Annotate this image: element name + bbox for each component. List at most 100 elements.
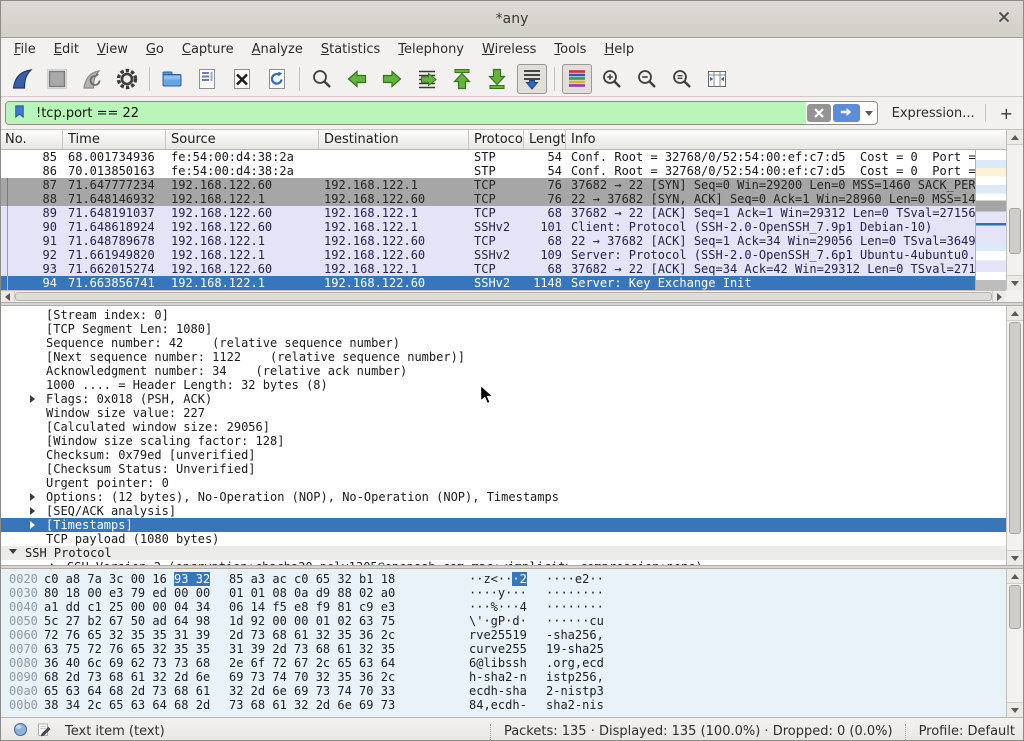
scroll-down-arrow-icon[interactable] xyxy=(1007,550,1023,565)
detail-line[interactable]: [Stream index: 0] xyxy=(1,308,1006,322)
detail-line[interactable]: [SEQ/ACK analysis] xyxy=(1,504,1006,518)
packet-row[interactable]: 8670.013850163fe:54:00:d4:38:2aSTP54Conf… xyxy=(1,164,975,178)
capture-comment-button[interactable] xyxy=(33,721,55,741)
scroll-up-arrow-icon[interactable] xyxy=(1007,130,1023,145)
packet-row[interactable]: 9471.663856741192.168.122.1192.168.122.6… xyxy=(1,276,975,290)
expression-button[interactable]: Expression... xyxy=(892,106,975,121)
scroll-up-arrow-icon[interactable] xyxy=(1007,306,1023,321)
filter-apply-button[interactable] xyxy=(833,104,860,122)
packet-row[interactable]: 9271.661949820192.168.122.1192.168.122.6… xyxy=(1,248,975,262)
packet-list-hscrollbar[interactable] xyxy=(1,290,1006,302)
detail-line[interactable]: SSH Protocol xyxy=(1,546,1006,560)
menu-edit[interactable]: Edit xyxy=(45,39,88,60)
filter-history-dropdown[interactable] xyxy=(861,102,877,124)
add-filter-button[interactable]: + xyxy=(996,104,1017,123)
menu-help[interactable]: Help xyxy=(595,39,643,60)
restart-capture-button[interactable] xyxy=(77,64,107,94)
zoom-original-button[interactable] xyxy=(667,64,697,94)
menu-view[interactable]: View xyxy=(88,39,137,60)
hex-row[interactable]: 008036 40 6c 69 62 73 73 682e 6f 72 67 2… xyxy=(1,656,1006,670)
reload-file-button[interactable] xyxy=(262,64,292,94)
open-file-button[interactable] xyxy=(157,64,187,94)
scroll-down-arrow-icon[interactable] xyxy=(1007,702,1023,717)
detail-line[interactable]: Sequence number: 42 (relative sequence n… xyxy=(1,336,1006,350)
hex-row[interactable]: 006072 76 65 32 35 35 31 392d 73 68 61 3… xyxy=(1,628,1006,642)
display-filter-input[interactable] xyxy=(32,102,806,124)
bytes-vscroll-thumb[interactable] xyxy=(1009,585,1021,629)
column-header-destination[interactable]: Destination xyxy=(319,130,469,149)
hex-row[interactable]: 007063 75 72 76 65 32 35 3531 39 2d 73 6… xyxy=(1,642,1006,656)
column-header-length[interactable]: Length xyxy=(524,130,566,149)
collapsed-triangle-icon[interactable] xyxy=(51,563,56,565)
details-vscroll-thumb[interactable] xyxy=(1009,322,1021,534)
detail-line[interactable]: Acknowledgment number: 34 (relative ack … xyxy=(1,364,1006,378)
go-bottom-button[interactable] xyxy=(482,64,512,94)
menu-analyze[interactable]: Analyze xyxy=(243,39,312,60)
expert-info-button[interactable] xyxy=(9,721,31,741)
detail-line[interactable]: [Window size scaling factor: 128] xyxy=(1,434,1006,448)
close-file-button[interactable] xyxy=(227,64,257,94)
collapsed-triangle-icon[interactable] xyxy=(30,507,35,515)
packet-list-hscroll-thumb[interactable] xyxy=(15,292,992,301)
detail-line[interactable]: Urgent pointer: 0 xyxy=(1,476,1006,490)
packet-row[interactable]: 8971.648191037192.168.122.60192.168.122.… xyxy=(1,206,975,220)
save-file-button[interactable] xyxy=(192,64,222,94)
column-header-protocol[interactable]: Protocol xyxy=(469,130,524,149)
detail-line[interactable]: Flags: 0x018 (PSH, ACK) xyxy=(1,392,1006,406)
detail-line[interactable]: SSH Version 2 (encryption:chacha20-poly1… xyxy=(1,560,1006,565)
go-forward-button[interactable] xyxy=(377,64,407,94)
menu-telephony[interactable]: Telephony xyxy=(389,39,473,60)
start-capture-button[interactable] xyxy=(7,64,37,94)
colorize-button[interactable] xyxy=(562,64,592,94)
menu-go[interactable]: Go xyxy=(137,39,173,60)
zoom-in-button[interactable] xyxy=(597,64,627,94)
menu-file[interactable]: File xyxy=(5,39,45,60)
bytes-vscrollbar[interactable] xyxy=(1006,569,1023,717)
collapsed-triangle-icon[interactable] xyxy=(30,395,35,403)
collapsed-triangle-icon[interactable] xyxy=(30,493,35,501)
capture-options-button[interactable] xyxy=(112,64,142,94)
packet-row[interactable]: 8771.647777234192.168.122.60192.168.122.… xyxy=(1,178,975,192)
detail-line[interactable]: Options: (12 bytes), No-Operation (NOP),… xyxy=(1,490,1006,504)
hex-row[interactable]: 0020c0 a8 7a 3c 00 16 93 3285 a3 ac c0 6… xyxy=(1,572,1006,586)
hex-row[interactable]: 003080 18 00 e3 79 ed 00 0001 01 08 0a d… xyxy=(1,586,1006,600)
detail-line[interactable]: [Next sequence number: 1122 (relative se… xyxy=(1,350,1006,364)
detail-line[interactable]: [Checksum Status: Unverified] xyxy=(1,462,1006,476)
packet-row[interactable]: 9171.648789678192.168.122.1192.168.122.6… xyxy=(1,234,975,248)
packet-row[interactable]: 9371.662015274192.168.122.60192.168.122.… xyxy=(1,262,975,276)
resize-columns-button[interactable] xyxy=(702,64,732,94)
packet-row[interactable]: 8871.648146932192.168.122.1192.168.122.6… xyxy=(1,192,975,206)
menu-statistics[interactable]: Statistics xyxy=(312,39,389,60)
column-header-source[interactable]: Source xyxy=(166,130,319,149)
go-to-packet-button[interactable] xyxy=(412,64,442,94)
detail-line[interactable]: TCP payload (1080 bytes) xyxy=(1,532,1006,546)
profile-status[interactable]: Profile: Default xyxy=(919,724,1023,739)
detail-line[interactable]: Window size value: 227 xyxy=(1,406,1006,420)
details-vscrollbar[interactable] xyxy=(1006,306,1023,565)
zoom-out-button[interactable] xyxy=(632,64,662,94)
find-packet-button[interactable] xyxy=(307,64,337,94)
hex-row[interactable]: 009068 2d 73 68 61 32 2d 6e69 73 74 70 3… xyxy=(1,670,1006,684)
detail-line[interactable]: [TCP Segment Len: 1080] xyxy=(1,322,1006,336)
go-top-button[interactable] xyxy=(447,64,477,94)
close-window-button[interactable] xyxy=(995,10,1013,28)
menu-tools[interactable]: Tools xyxy=(545,39,595,60)
hex-row[interactable]: 00505c 27 b2 67 50 ad 64 981d 92 00 00 0… xyxy=(1,614,1006,628)
hex-row[interactable]: 00b038 34 2c 65 63 64 68 2d73 68 61 32 2… xyxy=(1,698,1006,712)
expanded-triangle-icon[interactable] xyxy=(9,549,17,554)
column-header-info[interactable]: Info xyxy=(566,130,1006,149)
scroll-up-arrow-icon[interactable] xyxy=(1007,569,1023,584)
packet-list-vscroll-thumb[interactable] xyxy=(1009,208,1021,254)
detail-line[interactable]: [Calculated window size: 29056] xyxy=(1,420,1006,434)
hex-row[interactable]: 00a065 63 64 68 2d 73 68 6132 2d 6e 69 7… xyxy=(1,684,1006,698)
menu-capture[interactable]: Capture xyxy=(173,39,243,60)
filter-bookmark-button[interactable] xyxy=(6,102,32,124)
detail-line[interactable]: 1000 .... = Header Length: 32 bytes (8) xyxy=(1,378,1006,392)
detail-line[interactable]: Checksum: 0x79ed [unverified] xyxy=(1,448,1006,462)
scroll-right-arrow-icon[interactable] xyxy=(992,291,1006,302)
collapsed-triangle-icon[interactable] xyxy=(30,521,35,529)
packet-row[interactable]: 8568.001734936fe:54:00:d4:38:2aSTP54Conf… xyxy=(1,150,975,164)
packet-list-minimap[interactable] xyxy=(975,150,1006,290)
detail-line[interactable]: [Timestamps] xyxy=(1,518,1006,532)
menu-wireless[interactable]: Wireless xyxy=(473,39,545,60)
